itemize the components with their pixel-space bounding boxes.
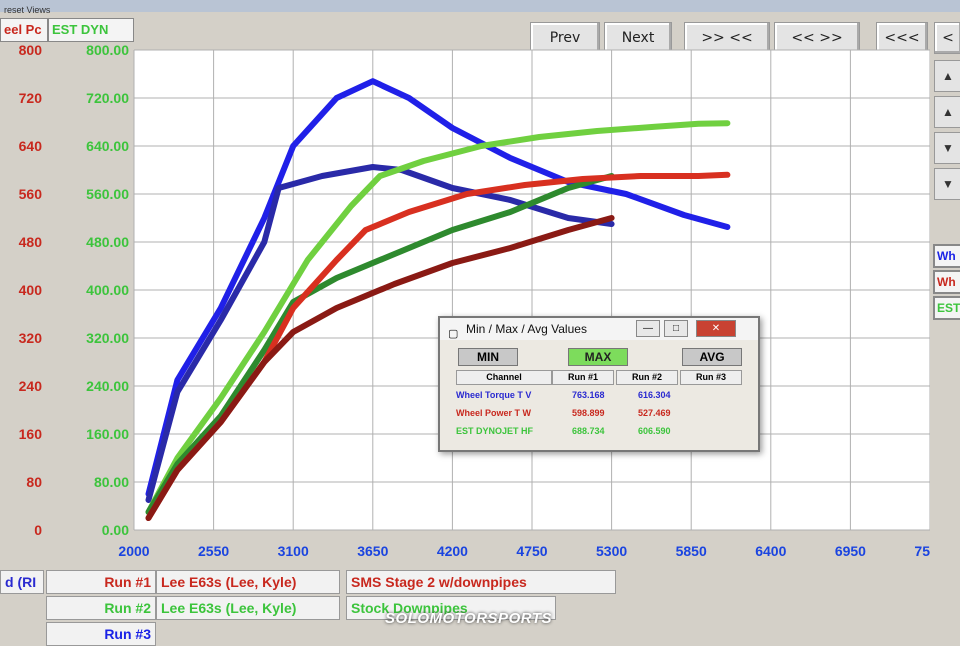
window-titlebar: reset Views xyxy=(0,0,960,15)
left-tick-label: 480 xyxy=(19,234,43,250)
avg-button[interactable]: AVG xyxy=(682,348,742,366)
right-tick-label: 320.00 xyxy=(86,330,129,346)
row-torque-run1: 763.168 xyxy=(572,390,605,400)
left-tick-label: 80 xyxy=(26,474,42,490)
left-tick-label: 720 xyxy=(19,90,43,106)
col-run3: Run #3 xyxy=(680,370,742,385)
right-tick-label: 0.00 xyxy=(102,522,129,538)
scroll-down-button[interactable]: ▼ xyxy=(934,132,960,164)
scroll-up-fast-button[interactable]: ▲ xyxy=(934,60,960,92)
dyno-chart[interactable]: 0 80 160 240 320 400 480 560 640 720 800 0.00 80.00… xyxy=(0,40,930,570)
watermark-logo: SOLOMOTORSPORTS xyxy=(385,610,552,627)
x-tick-label: 3650 xyxy=(357,543,388,559)
run3-label[interactable]: Run #3 xyxy=(46,622,156,646)
right-axis-ticks: 0.00 80.00 160.00 240.00 320.00 400.00 480.00 5… xyxy=(86,42,129,538)
col-channel: Channel xyxy=(456,370,552,385)
x-tick-label: 5300 xyxy=(596,543,627,559)
min-max-avg-dialog[interactable]: ▢ Min / Max / Avg Values — □ ✕ MIN MAX A… xyxy=(438,316,760,452)
legend-est[interactable]: EST xyxy=(933,296,960,320)
col-run1: Run #1 xyxy=(552,370,614,385)
row-est-run2: 606.590 xyxy=(638,426,671,436)
left-axis-ticks: 0 80 160 240 320 400 480 560 640 720 800 xyxy=(19,42,43,538)
left-tick-label: 800 xyxy=(19,42,43,58)
col-run2: Run #2 xyxy=(616,370,678,385)
x-tick-label: 6400 xyxy=(755,543,786,559)
row-est-channel: EST DYNOJET HF xyxy=(456,426,534,436)
x-tick-label: 4750 xyxy=(516,543,547,559)
left-tick-label: 320 xyxy=(19,330,43,346)
x-axis-ticks: 2000 2550 3100 3650 4200 4750 5300 5850 6400 6950… xyxy=(118,543,930,559)
window-icon: ▢ xyxy=(448,328,459,340)
x-tick-label: 2000 xyxy=(118,543,149,559)
run1-car[interactable]: Lee E63s (Lee, Kyle) xyxy=(156,570,340,594)
dialog-title: Min / Max / Avg Values xyxy=(466,322,587,336)
min-button[interactable]: MIN xyxy=(458,348,518,366)
legend-torque[interactable]: Wh xyxy=(933,244,960,268)
x-tick-label: 4200 xyxy=(437,543,468,559)
row-power-channel: Wheel Power T W xyxy=(456,408,532,418)
run2-label[interactable]: Run #2 xyxy=(46,596,156,620)
left-tick-label: 160 xyxy=(19,426,43,442)
right-tick-label: 720.00 xyxy=(86,90,129,106)
left-channel-label[interactable]: eel Pc xyxy=(0,18,48,42)
run2-car[interactable]: Lee E63s (Lee, Kyle) xyxy=(156,596,340,620)
legend-power[interactable]: Wh xyxy=(933,270,960,294)
row-power-run1: 598.899 xyxy=(572,408,605,418)
right-tick-label: 640.00 xyxy=(86,138,129,154)
row-power-run2: 527.469 xyxy=(638,408,671,418)
right-tick-label: 160.00 xyxy=(86,426,129,442)
x-tick-label: 2550 xyxy=(198,543,229,559)
left-tick-label: 0 xyxy=(34,522,42,538)
right-tick-label: 240.00 xyxy=(86,378,129,394)
run1-label[interactable]: Run #1 xyxy=(46,570,156,594)
maximize-icon[interactable]: □ xyxy=(664,320,688,337)
bottom-left-label: d (RI xyxy=(0,570,44,594)
row-est-run1: 688.734 xyxy=(572,426,605,436)
scroll-down-fast-button[interactable]: ▼ xyxy=(934,168,960,200)
right-tick-label: 800.00 xyxy=(86,42,129,58)
right-tick-label: 560.00 xyxy=(86,186,129,202)
left-tick-label: 640 xyxy=(19,138,43,154)
left-tick-label: 560 xyxy=(19,186,43,202)
close-icon[interactable]: ✕ xyxy=(696,320,736,337)
right-tick-label: 480.00 xyxy=(86,234,129,250)
right-channel-label[interactable]: EST DYN xyxy=(48,18,134,42)
window-title: reset Views xyxy=(4,5,51,15)
x-tick-label: 7500 xyxy=(914,543,930,559)
minimize-icon[interactable]: — xyxy=(636,320,660,337)
row-torque-run2: 616.304 xyxy=(638,390,671,400)
row-torque-channel: Wheel Torque T V xyxy=(456,390,532,400)
x-tick-label: 5850 xyxy=(676,543,707,559)
dialog-titlebar[interactable]: ▢ Min / Max / Avg Values — □ ✕ xyxy=(440,318,758,340)
left-tick-label: 400 xyxy=(19,282,43,298)
max-button[interactable]: MAX xyxy=(568,348,628,366)
x-tick-label: 6950 xyxy=(835,543,866,559)
scroll-up-button[interactable]: ▲ xyxy=(934,96,960,128)
run1-desc[interactable]: SMS Stage 2 w/downpipes xyxy=(346,570,616,594)
scroll-left-single-button[interactable]: < xyxy=(934,22,960,54)
x-tick-label: 3100 xyxy=(278,543,309,559)
left-tick-label: 240 xyxy=(19,378,43,394)
right-tick-label: 80.00 xyxy=(94,474,129,490)
right-tick-label: 400.00 xyxy=(86,282,129,298)
